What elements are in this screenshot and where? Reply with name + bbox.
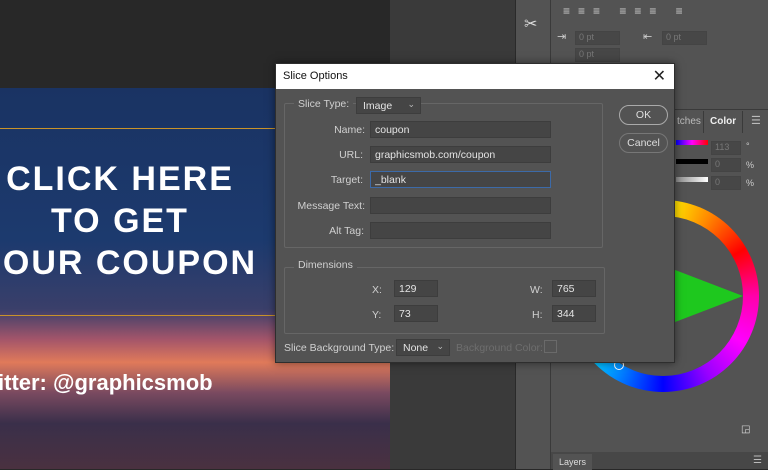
tab-swatches[interactable]: tches	[671, 111, 707, 133]
slice-type-select[interactable]: Image ⌄	[356, 97, 421, 114]
panel-menu-icon[interactable]: ☰	[751, 114, 761, 127]
dialog-titlebar: Slice Options ✕	[276, 64, 674, 89]
name-input[interactable]	[370, 121, 551, 138]
tools-icon[interactable]: ✂	[524, 14, 537, 34]
tab-color[interactable]: Color	[703, 111, 744, 133]
indent-right-icon: ⇤	[643, 31, 653, 43]
h-input[interactable]	[552, 305, 596, 322]
url-label: URL:	[339, 149, 363, 161]
tab-layers[interactable]: Layers	[553, 454, 593, 470]
dimensions-group	[284, 267, 605, 334]
bg-color-swatch	[544, 340, 557, 353]
x-input[interactable]	[394, 280, 438, 297]
slice-type-value: Image	[363, 100, 393, 112]
y-input[interactable]	[394, 305, 438, 322]
unit-label: %	[746, 160, 755, 170]
url-input[interactable]	[370, 146, 551, 163]
h-label: H:	[532, 309, 543, 321]
name-label: Name:	[334, 124, 365, 136]
alt-tag-label: Alt Tag:	[329, 225, 364, 237]
bg-type-label: Slice Background Type:	[284, 342, 395, 354]
close-icon[interactable]: ✕	[653, 66, 666, 86]
unit-label: %	[746, 178, 755, 188]
slice-type-label: Slice Type:	[294, 98, 354, 110]
w-input[interactable]	[552, 280, 596, 297]
indent-left-input[interactable]: 0 pt	[575, 31, 620, 45]
brightness-input[interactable]: 0	[711, 176, 741, 190]
indent-left-icon: ⇥	[557, 31, 567, 43]
w-label: W:	[530, 284, 543, 296]
bg-type-select[interactable]: None ⌄	[396, 339, 450, 356]
hue-input[interactable]: 113	[711, 141, 741, 155]
dialog-title: Slice Options	[283, 70, 348, 82]
y-label: Y:	[372, 309, 382, 321]
bg-color-label: Background Color:	[456, 342, 543, 354]
brightness-slider[interactable]	[676, 177, 708, 182]
saturation-input[interactable]: 0	[711, 158, 741, 172]
cancel-button[interactable]: Cancel	[619, 133, 668, 153]
dimensions-label: Dimensions	[294, 259, 357, 271]
x-label: X:	[372, 284, 382, 296]
message-text-input[interactable]	[370, 197, 551, 214]
indent-right-input[interactable]: 0 pt	[662, 31, 707, 45]
alt-tag-input[interactable]	[370, 222, 551, 239]
canvas-twitter-text: itter: @graphicsmob	[0, 370, 213, 395]
message-text-label: Message Text:	[297, 200, 365, 212]
target-input[interactable]	[370, 171, 551, 188]
ok-button[interactable]: OK	[619, 105, 668, 125]
indent-first-input[interactable]: 0 pt	[575, 48, 620, 62]
saturation-slider[interactable]	[676, 159, 708, 164]
slice-options-dialog: Slice Options ✕ Slice Type: Image ⌄ Name:…	[275, 63, 675, 363]
unit-label: °	[746, 141, 750, 151]
hue-slider[interactable]	[676, 140, 708, 145]
target-label: Target:	[330, 174, 363, 186]
layers-menu-icon[interactable]: ☰	[753, 455, 762, 466]
canvas-headline-line: TO GET	[51, 202, 189, 240]
canvas-headline-line: CLICK HERE	[6, 160, 234, 198]
resize-icon[interactable]: ◲	[741, 424, 750, 435]
canvas-headline-line: OUR COUPON	[2, 244, 258, 282]
paragraph-align-icons[interactable]: ≡≡≡ ≡≡≡ ≡	[563, 4, 691, 18]
bg-type-value: None	[403, 342, 429, 354]
